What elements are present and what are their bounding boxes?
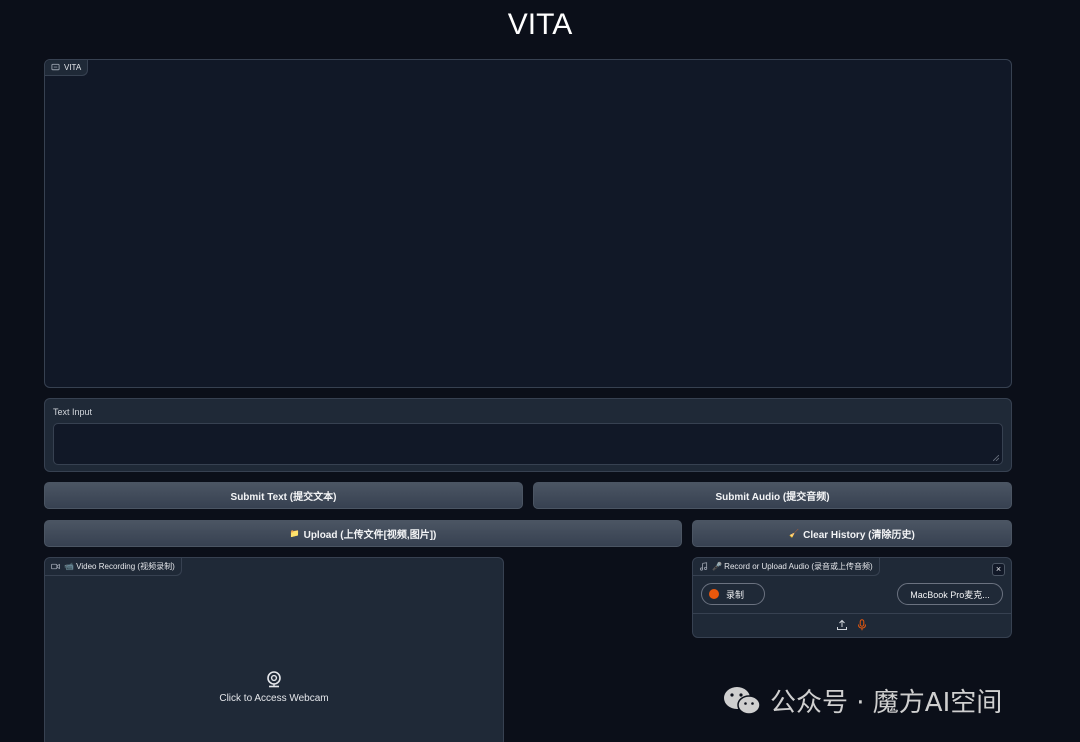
close-icon[interactable]: × <box>992 563 1005 576</box>
wechat-logo-icon <box>724 686 761 715</box>
video-label: 📹 Video Recording (视频录制) <box>45 558 182 576</box>
submit-audio-label: Submit Audio (提交音频) <box>715 492 830 503</box>
video-recording-block: 📹 Video Recording (视频录制) Click to Access… <box>44 557 504 742</box>
audio-label-text: 🎤 Record or Upload Audio (录音或上传音频) <box>712 562 873 571</box>
folder-icon: 📁 <box>289 529 300 538</box>
device-label: MacBook Pro麦克... <box>910 589 990 600</box>
chatbot-label: VITA <box>45 60 89 76</box>
clear-history-button[interactable]: 🧹 Clear History (清除历史) <box>692 520 1012 547</box>
submit-audio-button[interactable]: Submit Audio (提交音频) <box>533 482 1012 509</box>
text-input-field[interactable] <box>53 423 1003 465</box>
microphone-icon[interactable] <box>856 619 868 631</box>
webcam-prompt: Click to Access Webcam <box>219 693 329 704</box>
broom-icon: 🧹 <box>789 529 800 538</box>
upload-button[interactable]: 📁 Upload (上传文件[视频,图片]) <box>44 520 682 547</box>
audio-label: 🎤 Record or Upload Audio (录音或上传音频) <box>693 558 880 576</box>
webcam-access-button[interactable]: Click to Access Webcam <box>45 670 503 704</box>
audio-source-toolbar <box>693 619 1011 631</box>
record-label: 录制 <box>726 589 745 600</box>
audio-recording-block: 🎤 Record or Upload Audio (录音或上传音频) × 录制 … <box>692 557 1012 638</box>
chatbot-label-text: VITA <box>64 63 82 72</box>
text-input-block: Text Input <box>44 398 1012 472</box>
chatbot-panel: VITA <box>44 59 1012 388</box>
record-button[interactable]: 录制 <box>701 583 765 605</box>
watermark: 公众号 · 魔方AI空间 <box>722 682 1002 719</box>
app-title: VITA <box>507 8 573 41</box>
upload-label: Upload (上传文件[视频,图片]) <box>303 530 437 541</box>
webcam-icon <box>267 671 281 688</box>
submit-text-label: Submit Text (提交文本) <box>230 492 337 503</box>
music-note-icon <box>699 562 708 571</box>
resize-handle-icon[interactable] <box>993 455 999 461</box>
watermark-text: 公众号 · 魔方AI空间 <box>770 688 1003 718</box>
text-input-label: Text Input <box>53 407 93 417</box>
clear-history-label: Clear History (清除历史) <box>803 530 915 541</box>
upload-icon[interactable] <box>836 619 848 631</box>
video-camera-icon <box>51 563 60 570</box>
submit-text-button[interactable]: Submit Text (提交文本) <box>44 482 523 509</box>
video-label-text: 📹 Video Recording (视频录制) <box>64 562 175 571</box>
audio-divider <box>693 613 1011 614</box>
record-dot-icon <box>709 589 719 599</box>
microphone-device-select[interactable]: MacBook Pro麦克... <box>897 583 1003 605</box>
chat-icon <box>51 63 60 71</box>
